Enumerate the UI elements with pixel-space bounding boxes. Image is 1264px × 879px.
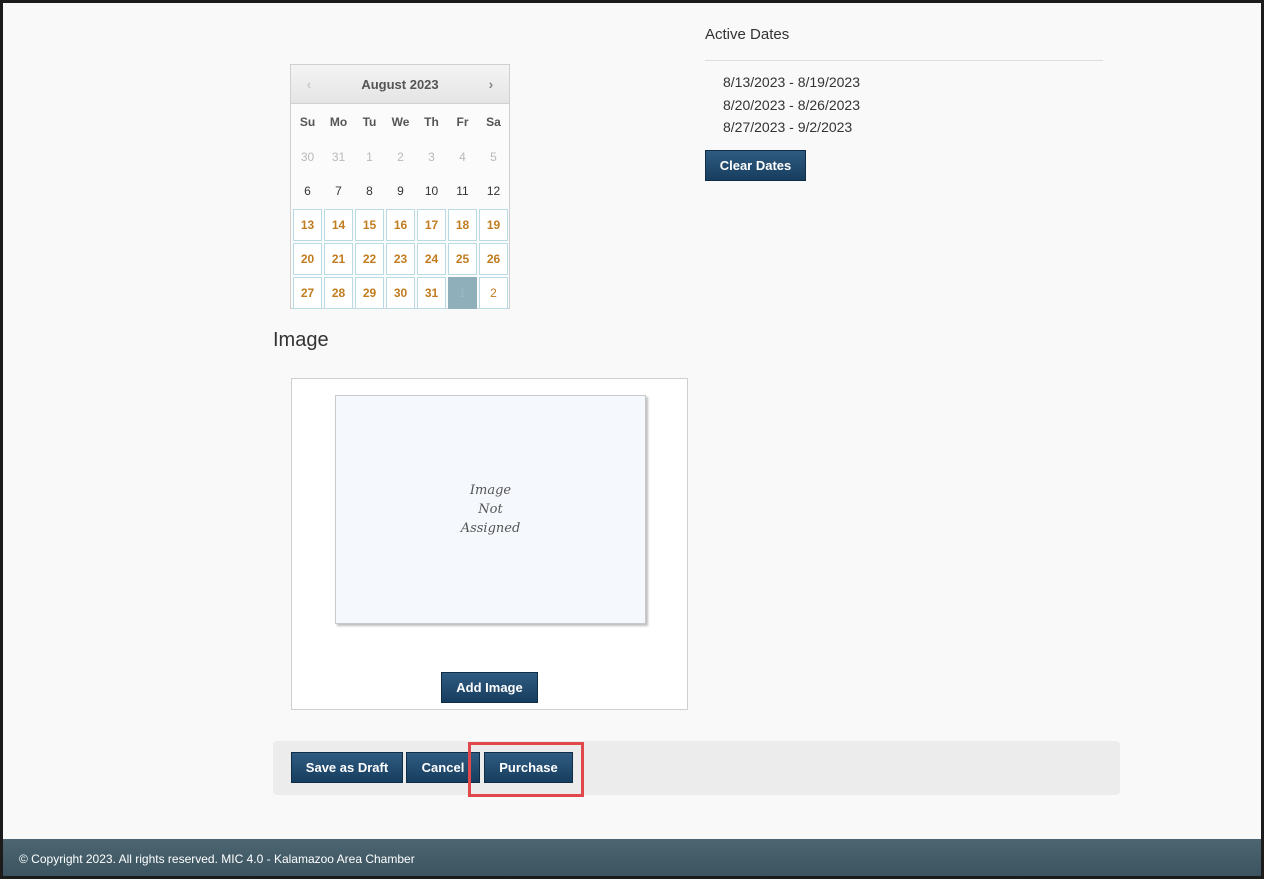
purchase-highlight-box bbox=[468, 742, 584, 797]
calendar-day[interactable]: 19 bbox=[479, 209, 508, 241]
clear-dates-button[interactable]: Clear Dates bbox=[705, 150, 806, 181]
calendar-day[interactable]: 22 bbox=[355, 243, 384, 275]
calendar-day[interactable]: 28 bbox=[324, 277, 353, 309]
calendar-day[interactable]: 12 bbox=[479, 175, 508, 207]
calendar-day[interactable]: 1 bbox=[355, 141, 384, 173]
calendar-day[interactable]: 15 bbox=[355, 209, 384, 241]
calendar-day[interactable]: 25 bbox=[448, 243, 477, 275]
calendar-day[interactable]: 3 bbox=[417, 141, 446, 173]
footer-copyright: © Copyright 2023. All rights reserved. M… bbox=[19, 852, 415, 866]
page-frame: ‹ August 2023 › Su Mo Tu We Th Fr Sa 30 31 1 2 3 4 5 6… bbox=[0, 0, 1264, 879]
calendar-day[interactable]: 13 bbox=[293, 209, 322, 241]
image-panel: Image Not Assigned Add Image bbox=[291, 378, 688, 710]
save-as-draft-button[interactable]: Save as Draft bbox=[291, 752, 403, 783]
weekday-header: Tu bbox=[362, 115, 377, 129]
image-section-title: Image bbox=[273, 329, 329, 351]
calendar-day[interactable]: 2 bbox=[479, 277, 508, 309]
calendar-day[interactable]: 30 bbox=[386, 277, 415, 309]
placeholder-line: Not bbox=[478, 502, 503, 517]
calendar-grid: Su Mo Tu We Th Fr Sa 30 31 1 2 3 4 5 6 7 8 9 10 11 12 13 14 15 1… bbox=[291, 104, 509, 310]
next-month-icon[interactable]: › bbox=[483, 76, 499, 92]
calendar-month-title: August 2023 bbox=[361, 76, 439, 92]
active-date-range: 8/27/2023 - 9/2/2023 bbox=[723, 119, 853, 135]
calendar-day[interactable]: 6 bbox=[293, 175, 322, 207]
calendar-day[interactable]: 9 bbox=[386, 175, 415, 207]
calendar-day[interactable]: 10 bbox=[417, 175, 446, 207]
add-image-button[interactable]: Add Image bbox=[441, 672, 538, 703]
calendar-day[interactable]: 4 bbox=[448, 141, 477, 173]
calendar-day[interactable]: 16 bbox=[386, 209, 415, 241]
calendar-day[interactable]: 14 bbox=[324, 209, 353, 241]
calendar-day[interactable]: 18 bbox=[448, 209, 477, 241]
weekday-header: Mo bbox=[329, 115, 348, 129]
calendar-day[interactable]: 5 bbox=[479, 141, 508, 173]
calendar-header: ‹ August 2023 › bbox=[291, 65, 509, 104]
active-dates-title: Active Dates bbox=[705, 26, 790, 43]
active-date-range: 8/20/2023 - 8/26/2023 bbox=[723, 97, 861, 113]
calendar-day[interactable]: 8 bbox=[355, 175, 384, 207]
calendar-day[interactable]: 27 bbox=[293, 277, 322, 309]
calendar-day[interactable]: 7 bbox=[324, 175, 353, 207]
calendar-day[interactable]: 20 bbox=[293, 243, 322, 275]
weekday-header: Su bbox=[299, 115, 316, 129]
calendar-day[interactable]: 23 bbox=[386, 243, 415, 275]
active-dates-divider bbox=[705, 60, 1103, 61]
calendar-day[interactable]: 1 bbox=[448, 277, 477, 309]
calendar-day[interactable]: 21 bbox=[324, 243, 353, 275]
prev-month-icon[interactable]: ‹ bbox=[301, 76, 317, 92]
calendar-day[interactable]: 31 bbox=[417, 277, 446, 309]
weekday-header: Th bbox=[424, 115, 439, 129]
weekday-header: Fr bbox=[456, 115, 469, 129]
weekday-header: Sa bbox=[486, 115, 501, 129]
calendar-day[interactable]: 26 bbox=[479, 243, 508, 275]
calendar-day[interactable]: 11 bbox=[448, 175, 477, 207]
weekday-header: We bbox=[391, 115, 410, 129]
placeholder-line: Assigned bbox=[460, 521, 521, 536]
calendar-day[interactable]: 30 bbox=[293, 141, 322, 173]
calendar-day[interactable]: 24 bbox=[417, 243, 446, 275]
calendar-day[interactable]: 2 bbox=[386, 141, 415, 173]
placeholder-line: Image bbox=[469, 483, 512, 498]
calendar-day[interactable]: 29 bbox=[355, 277, 384, 309]
image-placeholder: Image Not Assigned bbox=[335, 395, 646, 624]
site-footer: © Copyright 2023. All rights reserved. M… bbox=[3, 839, 1261, 876]
calendar-day[interactable]: 31 bbox=[324, 141, 353, 173]
calendar-day[interactable]: 17 bbox=[417, 209, 446, 241]
active-date-range: 8/13/2023 - 8/19/2023 bbox=[723, 74, 861, 90]
date-picker-calendar: ‹ August 2023 › Su Mo Tu We Th Fr Sa 30 31 1 2 3 4 5 6… bbox=[290, 64, 510, 309]
